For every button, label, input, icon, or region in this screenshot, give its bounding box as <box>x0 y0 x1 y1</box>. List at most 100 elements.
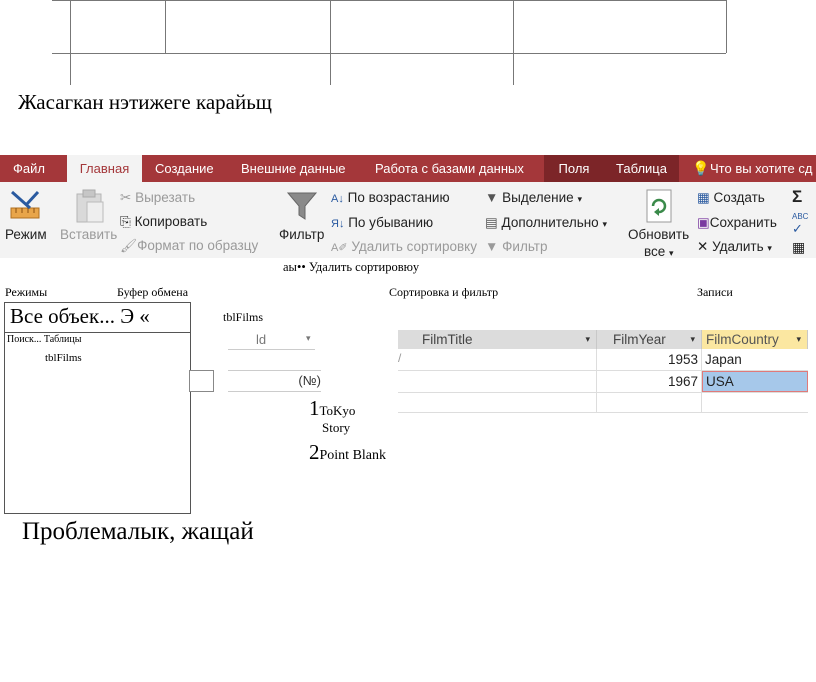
toggle-filter-icon: ▼ <box>485 239 499 254</box>
remove-sort-button[interactable]: A✐ Удалить сортировку <box>331 239 477 254</box>
filter-funnel-icon[interactable] <box>286 190 318 222</box>
nav-section-tables[interactable]: Таблицы <box>44 334 82 345</box>
top-table-line <box>52 0 726 1</box>
column-header-filmtitle[interactable]: FilmTitle ▾ <box>398 330 597 349</box>
format-painter-button[interactable]: 🖌Формат по образцу <box>120 238 258 254</box>
top-table-line <box>70 0 71 85</box>
tab-home[interactable]: Главная <box>67 155 142 182</box>
overlay-title-2-text: Point Blank <box>319 448 387 463</box>
sort-asc-label: По возрастанию <box>347 190 450 205</box>
overlay-title-2-number: 2 <box>309 440 320 464</box>
new-record-label: Создать <box>713 190 765 205</box>
column-header-filmcountry[interactable]: FilmCountry ▾ <box>702 330 808 349</box>
sort-descending-button[interactable]: Я↓ По убыванию <box>331 215 433 230</box>
view-mode-icon[interactable] <box>8 188 44 224</box>
copy-label: Копировать <box>134 214 208 229</box>
filmcountry-header-label: FilmCountry <box>706 332 779 347</box>
totals-button[interactable]: Σ <box>792 187 802 207</box>
group-label-records: Записи <box>697 285 733 299</box>
id-column-header[interactable]: ld ▾ <box>228 330 315 350</box>
caption-top: Жасагкан нэтижеге карайьщ <box>18 90 272 114</box>
sort-za-icon: Я↓ <box>331 218 345 230</box>
tab-database-tools[interactable]: Работа с базами данных <box>375 155 524 182</box>
filmtitle-header-label: FilmTitle <box>422 332 473 347</box>
refresh-all-sub: все <box>644 244 666 259</box>
paste-icon <box>76 189 104 223</box>
navigation-pane: Все объек... Э « Поиск... Таблицы tblFil… <box>4 302 191 514</box>
tab-create[interactable]: Создание <box>155 155 214 182</box>
caption-bottom: Проблемалык, жащай <box>22 518 254 545</box>
scissors-icon: ✂ <box>120 190 136 205</box>
paste-button[interactable]: Вставить <box>60 227 117 242</box>
nav-divider <box>5 332 190 333</box>
checkmark-icon: ✓ <box>792 221 803 236</box>
paintbrush-icon: 🖌 <box>120 238 138 253</box>
id-header-label: ld <box>256 332 267 347</box>
save-record-button[interactable]: ▣Сохранить <box>697 215 777 231</box>
overlay-title-1-number: 1 <box>309 396 320 420</box>
top-table-line <box>52 53 726 54</box>
save-label: Сохранить <box>709 215 777 230</box>
nav-search-row: Поиск... Таблицы <box>7 334 81 345</box>
tell-me-label: Что вы хотите сд <box>710 161 813 176</box>
spelling-button[interactable]: ABC ✓ <box>792 212 808 237</box>
remove-sort-label: Удалить сортировку <box>351 239 477 254</box>
advanced-filter-icon: ▤ <box>485 215 498 230</box>
refresh-icon[interactable] <box>644 188 674 224</box>
new-record-icon: ▦ <box>697 190 710 205</box>
tab-external-data[interactable]: Внешние данные <box>241 155 346 182</box>
copy-button[interactable]: ⎘ Копировать <box>120 214 207 230</box>
remove-sort-icon: A✐ <box>331 242 348 254</box>
tab-fields[interactable]: Поля <box>544 155 604 182</box>
filter-button[interactable]: Фильтр <box>279 227 324 242</box>
top-table-line <box>165 0 166 53</box>
new-row-id-cell[interactable]: (№) <box>228 370 321 392</box>
sort-desc-label: По убыванию <box>348 215 434 230</box>
more-records-icon[interactable]: ▦ <box>792 239 805 256</box>
chevron-down-icon: ▾ <box>690 334 695 344</box>
ribbon-tab-bar: Файл Главная Создание Внешние данные Раб… <box>0 155 816 182</box>
nav-pane-title[interactable]: Все объек... Э « <box>10 304 150 329</box>
copy-icon: ⎘ <box>120 214 135 229</box>
nav-search-input[interactable]: Поиск... <box>7 334 41 345</box>
sort-az-icon: A↓ <box>331 193 344 205</box>
top-table-line <box>513 0 514 85</box>
toggle-filter-button[interactable]: ▼ Фильтр <box>485 239 548 254</box>
grid-line <box>398 392 808 393</box>
overlay-title-1: 1ToKyo <box>309 396 355 421</box>
record-selector[interactable] <box>189 370 214 392</box>
chevron-down-icon: ▾ <box>796 334 801 344</box>
nav-item-tblfilms[interactable]: tblFilms <box>45 352 82 364</box>
refresh-all-button[interactable]: Обновить <box>628 227 689 242</box>
view-mode-button[interactable]: Режим <box>5 227 47 242</box>
selection-dropdown[interactable]: ▼ Выделение ▾ <box>485 190 582 205</box>
overlay-title-2: 2Point Blank <box>309 440 386 465</box>
doc-tab-tblfilms[interactable]: tblFilms <box>223 310 263 325</box>
filmtitle-cell-fragment: / <box>398 351 402 365</box>
delete-label: Удалить <box>712 239 764 254</box>
overlay-note: аы•• Удалить сортировюу <box>283 260 420 274</box>
delete-x-icon: ✕ <box>697 239 709 254</box>
tab-table[interactable]: Таблица <box>604 155 679 182</box>
sort-ascending-button[interactable]: A↓ По возрастанию <box>331 190 450 205</box>
column-header-filmyear[interactable]: FilmYear ▾ <box>597 330 702 349</box>
new-record-button[interactable]: ▦ Создать <box>697 190 765 206</box>
advanced-dropdown[interactable]: ▤ Дополнительно ▾ <box>485 215 607 231</box>
format-painter-label: Формат по образцу <box>137 238 259 253</box>
cell-filmyear[interactable]: 1953 <box>597 349 698 370</box>
chevron-down-icon: ▾ <box>669 248 674 258</box>
cell-filmcountry[interactable]: Japan <box>705 349 805 370</box>
lightbulb-icon: 💡 <box>692 160 710 176</box>
ribbon-home: Режим Вставить ✂ Вырезать ⎘ Копировать 🖌… <box>0 182 816 259</box>
cell-filmyear[interactable]: 1967 <box>597 371 698 392</box>
delete-record-button[interactable]: ✕ Удалить ▾ <box>697 239 772 255</box>
tell-me-box[interactable]: 💡 Что вы хотите сд <box>692 155 812 182</box>
cut-label: Вырезать <box>135 190 196 205</box>
top-table-line <box>726 0 727 53</box>
cut-button[interactable]: ✂ Вырезать <box>120 190 195 206</box>
overlay-title-1-text: ToKyo <box>319 403 356 418</box>
cell-filmcountry-selected[interactable]: USA <box>702 371 808 392</box>
group-label-modes: Режимы <box>5 285 48 299</box>
tab-file[interactable]: Файл <box>13 155 45 182</box>
chevron-down-icon: ▾ <box>306 333 311 343</box>
